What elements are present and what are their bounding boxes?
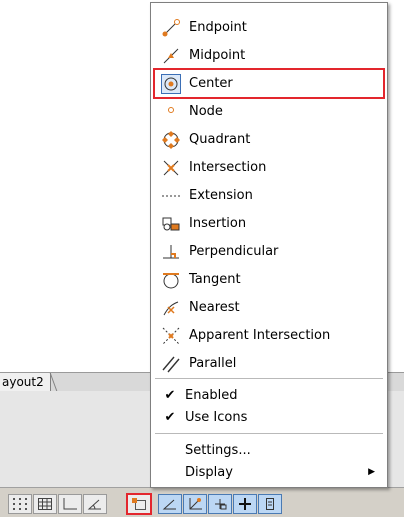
menu-item-center[interactable]: Center [153,68,385,99]
nearest-icon [161,298,181,318]
quick-properties-icon [266,498,274,510]
menu-item-perpendicular[interactable]: Perpendicular [155,238,383,265]
menu-item-label: Extension [189,188,253,203]
menu-item-label: Enabled [185,387,238,403]
checkmark-icon: ✔ [164,387,176,403]
checkmark-icon: ✔ [164,409,176,425]
menu-item-display[interactable]: Display ▶ [155,461,383,483]
ducs-icon [189,498,202,510]
menu-item-node[interactable]: Node [155,98,383,125]
object-snap-menu: Endpoint Midpoint Center Node Quadrant I… [150,2,388,488]
menu-item-nearest[interactable]: Nearest [155,294,383,321]
node-icon [161,102,181,122]
midpoint-icon [161,46,181,66]
menu-item-use-icons[interactable]: ✔ Use Icons [155,405,383,429]
endpoint-icon [161,18,181,38]
ortho-mode-button[interactable] [58,494,82,514]
menu-item-intersection[interactable]: Intersection [155,154,383,181]
menu-item-label: Settings... [185,442,251,458]
center-icon [161,73,181,94]
parallel-icon [161,354,181,374]
extension-icon [161,186,181,206]
menu-item-apparent-intersection[interactable]: Apparent Intersection [155,322,383,349]
menu-item-parallel[interactable]: Parallel [155,350,383,377]
menu-item-label: Parallel [189,356,237,371]
menu-item-insertion[interactable]: Insertion [155,210,383,237]
menu-item-settings[interactable]: Settings... [155,439,383,461]
menu-separator [155,378,383,379]
menu-item-extension[interactable]: Extension [155,182,383,209]
grid-icon [38,498,52,510]
menu-item-label: Intersection [189,160,267,175]
osnap-icon [132,498,146,510]
object-snap-button[interactable] [126,493,152,515]
dynamic-ucs-button[interactable] [183,494,207,514]
dynamic-input-button[interactable] [208,494,232,514]
menu-item-label: Endpoint [189,20,247,35]
snap-mode-button[interactable] [8,494,32,514]
menu-item-label: Nearest [189,300,240,315]
menu-item-endpoint[interactable]: Endpoint [155,14,383,41]
menu-item-enabled[interactable]: ✔ Enabled [155,383,383,407]
submenu-arrow-icon: ▶ [368,467,375,477]
menu-item-label: Apparent Intersection [189,328,331,343]
polar-icon [87,499,101,510]
menu-item-label: Perpendicular [189,244,279,259]
grid-display-button[interactable] [33,494,57,514]
lineweight-button[interactable] [233,494,257,514]
menu-item-label: Insertion [189,216,247,231]
lineweight-icon [239,498,251,510]
intersection-icon [161,158,181,178]
menu-item-label: Node [189,104,223,119]
menu-item-quadrant[interactable]: Quadrant [155,126,383,153]
quick-properties-button[interactable] [258,494,282,514]
apparent-intersection-icon [161,326,181,346]
menu-item-label: Display [185,464,233,480]
menu-item-tangent[interactable]: Tangent [155,266,383,293]
dyn-icon [215,499,227,510]
quadrant-icon [161,130,181,150]
tangent-icon [161,270,181,290]
snap-grid-icon [13,498,27,510]
menu-item-label: Use Icons [185,409,248,425]
menu-item-label: Midpoint [189,48,246,63]
menu-separator [155,433,383,434]
snap-tracking-icon [162,499,176,510]
layout2-tab[interactable]: ayout2 [0,373,51,391]
insertion-icon [161,214,181,234]
layout2-tab-label: ayout2 [2,375,44,389]
menu-item-label: Tangent [189,272,241,287]
polar-tracking-button[interactable] [83,494,107,514]
menu-item-label: Center [189,76,233,91]
menu-item-midpoint[interactable]: Midpoint [155,42,383,69]
object-snap-tracking-button[interactable] [158,494,182,514]
ortho-icon [63,498,77,510]
status-bar [0,487,404,517]
perpendicular-icon [161,242,181,262]
menu-item-label: Quadrant [189,132,251,147]
